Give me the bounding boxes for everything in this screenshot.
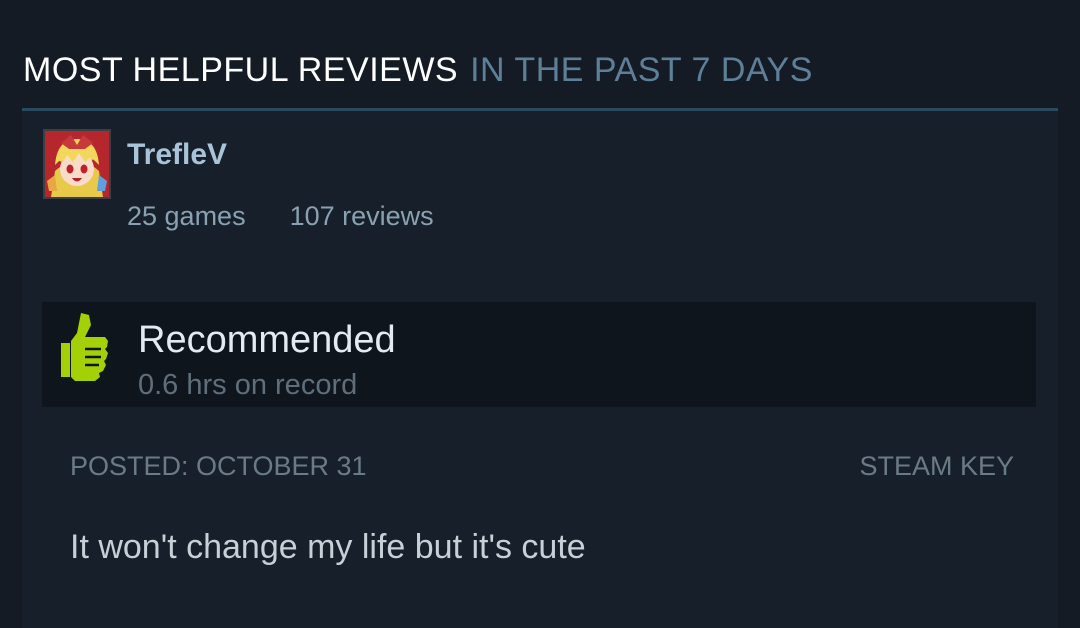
- thumbs-up-icon: [61, 313, 108, 381]
- review-card: TrefleV 25 games 107 reviews Recommended …: [22, 111, 1058, 628]
- posted-date: POSTED: OCTOBER 31: [70, 451, 367, 481]
- section-subtitle[interactable]: IN THE PAST 7 DAYS: [470, 51, 813, 89]
- product-source: STEAM KEY: [859, 451, 1014, 481]
- review-author-name[interactable]: TrefleV: [127, 137, 227, 173]
- section-header: MOST HELPFUL REVIEWS IN THE PAST 7 DAYS: [23, 50, 813, 90]
- anime-avatar-icon: [45, 131, 109, 197]
- games-count-link[interactable]: 25 games: [127, 201, 246, 231]
- review-author-stats: 25 games 107 reviews: [127, 199, 434, 233]
- recommendation-label: Recommended: [138, 319, 396, 361]
- reviews-count-link[interactable]: 107 reviews: [290, 201, 434, 231]
- vote-summary[interactable]: Recommended 0.6 hrs on record: [42, 302, 1036, 407]
- hours-on-record: 0.6 hrs on record: [138, 369, 358, 401]
- section-title: MOST HELPFUL REVIEWS: [23, 51, 459, 89]
- review-body[interactable]: It won't change my life but it's cute: [70, 527, 586, 567]
- user-avatar[interactable]: [43, 129, 111, 199]
